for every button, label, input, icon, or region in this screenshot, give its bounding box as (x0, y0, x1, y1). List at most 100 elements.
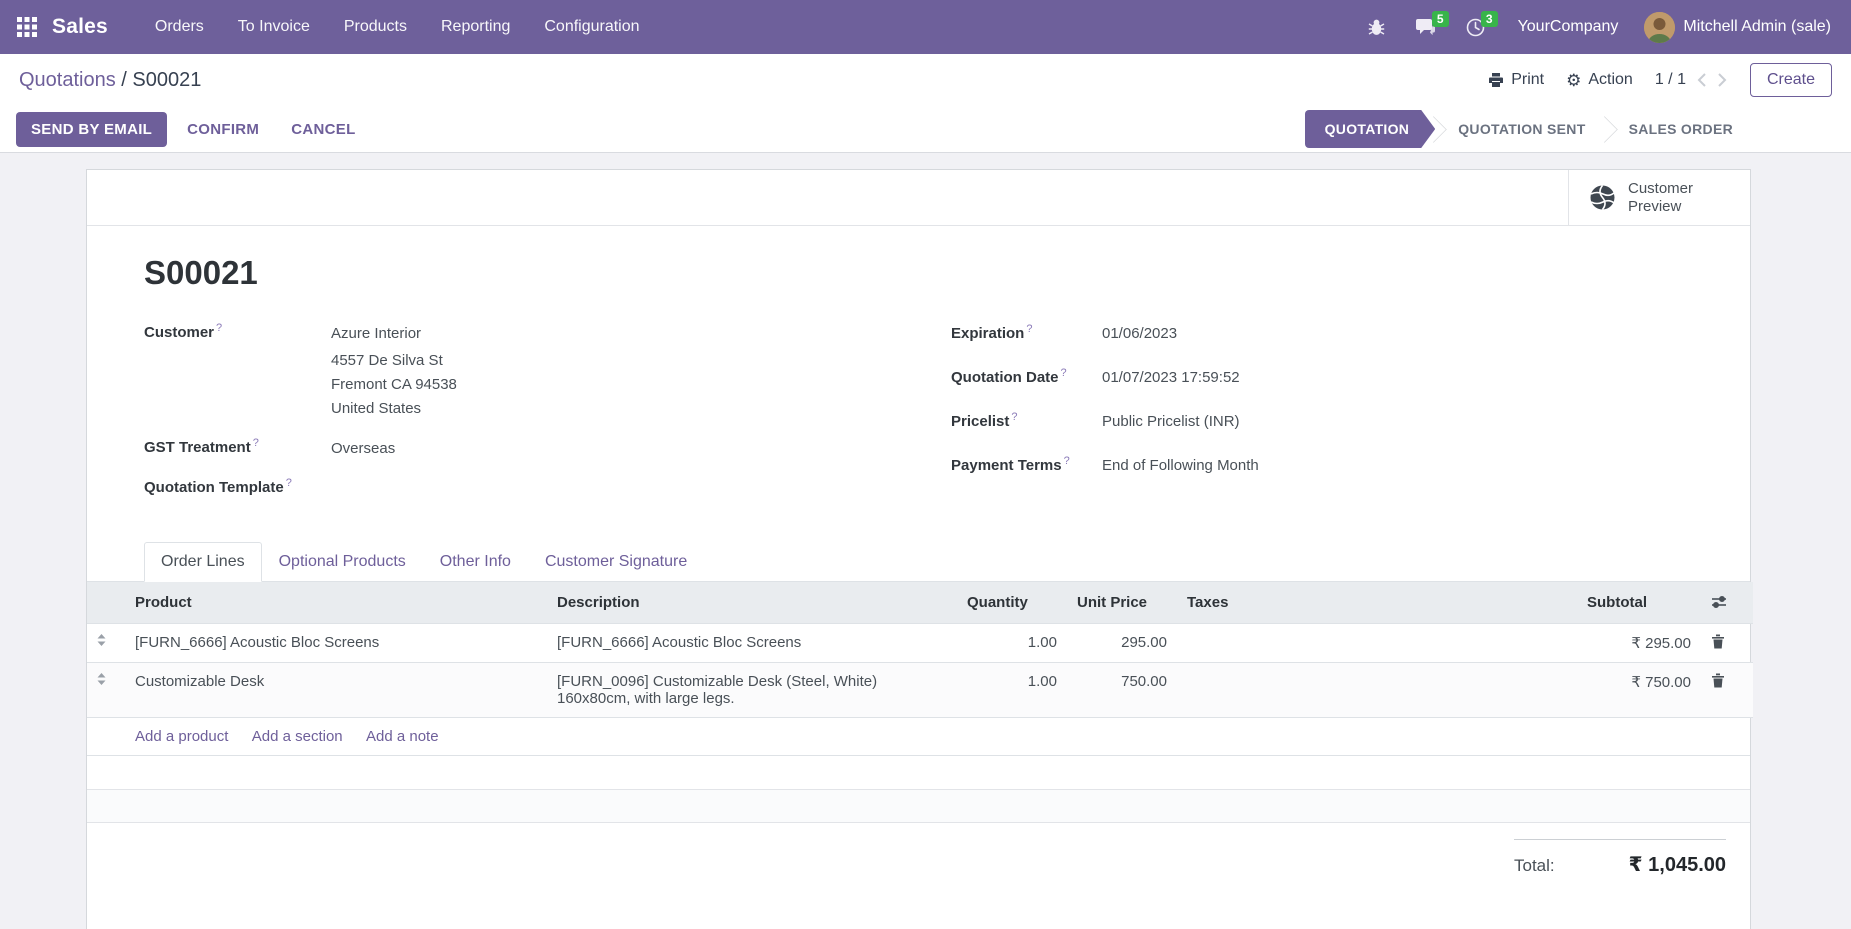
help-marker: ? (286, 477, 292, 489)
delete-row-button[interactable] (1701, 662, 1753, 717)
content-area: Customer Preview S00021 Customer? Azure … (0, 153, 1851, 929)
activities-count-badge: 3 (1481, 11, 1498, 27)
taxes-cell[interactable] (1177, 623, 1577, 662)
description-cell[interactable]: [FURN_6666] Acoustic Bloc Screens (547, 623, 957, 662)
activities-button[interactable]: 3 (1455, 9, 1496, 46)
field-grid: Customer? Azure Interior 4557 De Silva S… (144, 322, 1693, 512)
order-lines-table: Product Description Quantity Unit Price … (87, 582, 1753, 755)
form-sheet: Customer Preview S00021 Customer? Azure … (86, 169, 1751, 929)
product-cell[interactable]: Customizable Desk (125, 662, 547, 717)
statusbar: QUOTATION QUOTATION SENT SALES ORDER (1305, 106, 1753, 152)
subtotal-column-header: Subtotal (1577, 582, 1701, 623)
totals-section: Total: ₹ 1,045.00 (87, 823, 1750, 877)
form-status-bar: SEND BY EMAIL CONFIRM CANCEL QUOTATION Q… (0, 106, 1851, 153)
optional-columns-button[interactable] (1701, 582, 1753, 623)
tab-customer-signature[interactable]: Customer Signature (528, 542, 704, 582)
menu-orders[interactable]: Orders (138, 2, 221, 52)
order-line-row: [FURN_6666] Acoustic Bloc Screens [FURN_… (87, 623, 1753, 662)
confirm-button[interactable]: CONFIRM (175, 112, 271, 147)
product-cell[interactable]: [FURN_6666] Acoustic Bloc Screens (125, 623, 547, 662)
gear-icon: ⚙ (1566, 72, 1581, 89)
delete-row-button[interactable] (1701, 623, 1753, 662)
help-marker: ? (1064, 455, 1070, 467)
expiration-label: Expiration? (951, 323, 1102, 342)
quantity-column-header: Quantity (957, 582, 1067, 623)
breadcrumb-quotations-link[interactable]: Quotations (19, 69, 116, 91)
stage-quotation[interactable]: QUOTATION (1305, 110, 1436, 148)
subtotal-cell: ₹ 750.00 (1577, 662, 1701, 717)
notebook-bottom-band (87, 789, 1750, 823)
messages-button[interactable]: 5 (1404, 9, 1447, 46)
main-navbar: Sales Orders To Invoice Products Reporti… (0, 0, 1851, 54)
tab-order-lines[interactable]: Order Lines (144, 542, 262, 582)
customer-value[interactable]: Azure Interior 4557 De Silva St Fremont … (331, 322, 457, 421)
cancel-button[interactable]: CANCEL (279, 112, 367, 147)
app-name[interactable]: Sales (52, 15, 108, 39)
add-a-product-link[interactable]: Add a product (135, 728, 228, 745)
control-panel: Quotations / S00021 Print ⚙ Action 1 / 1 (0, 54, 1851, 106)
description-cell[interactable]: [FURN_0096] Customizable Desk (Steel, Wh… (547, 662, 957, 717)
breadcrumb-current: S00021 (132, 69, 201, 91)
payment-terms-value[interactable]: End of Following Month (1102, 454, 1259, 478)
tab-other-info[interactable]: Other Info (423, 542, 528, 582)
unit-price-cell[interactable]: 750.00 (1067, 662, 1177, 717)
user-menu[interactable]: Mitchell Admin (sale) (1640, 12, 1835, 43)
taxes-cell[interactable] (1177, 662, 1577, 717)
unit-price-cell[interactable]: 295.00 (1067, 623, 1177, 662)
expiration-value[interactable]: 01/06/2023 (1102, 322, 1177, 346)
customer-name[interactable]: Azure Interior (331, 322, 457, 346)
print-button[interactable]: Print (1488, 71, 1544, 89)
user-name: Mitchell Admin (sale) (1683, 18, 1831, 36)
pager-next-button[interactable] (1717, 72, 1728, 88)
table-header-row: Product Description Quantity Unit Price … (87, 582, 1753, 623)
menu-configuration[interactable]: Configuration (527, 2, 656, 52)
stage-sales-order[interactable]: SALES ORDER (1609, 110, 1753, 148)
help-marker: ? (1011, 411, 1017, 423)
product-column-header: Product (125, 582, 547, 623)
gst-treatment-label: GST Treatment? (144, 437, 331, 461)
customer-preview-label: Customer Preview (1628, 180, 1712, 215)
action-button[interactable]: ⚙ Action (1566, 71, 1633, 89)
field-expiration: Expiration? 01/06/2023 (951, 322, 1693, 346)
payment-terms-label: Payment Terms? (951, 455, 1102, 474)
customer-preview-button[interactable]: Customer Preview (1568, 170, 1750, 225)
quantity-cell[interactable]: 1.00 (957, 623, 1067, 662)
send-by-email-button[interactable]: SEND BY EMAIL (16, 112, 167, 147)
field-gst-treatment: GST Treatment? Overseas (144, 437, 951, 461)
menu-products[interactable]: Products (327, 2, 424, 52)
gst-treatment-value[interactable]: Overseas (331, 437, 395, 461)
tab-optional-products[interactable]: Optional Products (262, 542, 423, 582)
button-box: Customer Preview (87, 170, 1750, 226)
create-button[interactable]: Create (1750, 63, 1832, 97)
help-marker: ? (216, 322, 222, 334)
customer-street: 4557 De Silva St (331, 349, 457, 373)
breadcrumb-separator: / (121, 69, 132, 91)
print-label: Print (1511, 71, 1544, 89)
apps-grid-icon (16, 16, 38, 38)
stage-quotation-sent[interactable]: QUOTATION SENT (1438, 110, 1605, 148)
pager-previous-button[interactable] (1696, 72, 1707, 88)
company-switcher[interactable]: YourCompany (1504, 18, 1633, 36)
field-quotation-template: Quotation Template? (144, 477, 951, 496)
pricelist-value[interactable]: Public Pricelist (INR) (1102, 410, 1240, 434)
avatar (1644, 12, 1675, 43)
quotation-date-value[interactable]: 01/07/2023 17:59:52 (1102, 366, 1240, 390)
drag-handle[interactable] (87, 662, 125, 717)
menu-reporting[interactable]: Reporting (424, 2, 527, 52)
action-label: Action (1588, 71, 1632, 89)
customer-label: Customer? (144, 322, 331, 421)
printer-icon (1488, 72, 1504, 88)
help-marker: ? (1026, 323, 1032, 335)
add-a-note-link[interactable]: Add a note (366, 728, 439, 745)
help-marker: ? (1061, 367, 1067, 379)
drag-handle[interactable] (87, 623, 125, 662)
top-menu: Orders To Invoice Products Reporting Con… (138, 2, 657, 52)
quantity-cell[interactable]: 1.00 (957, 662, 1067, 717)
menu-to-invoice[interactable]: To Invoice (221, 2, 327, 52)
table-footer-links-row: Add a product Add a section Add a note (87, 717, 1753, 755)
order-line-row: Customizable Desk [FURN_0096] Customizab… (87, 662, 1753, 717)
debug-button[interactable] (1357, 9, 1396, 45)
bug-icon (1368, 18, 1385, 36)
add-a-section-link[interactable]: Add a section (252, 728, 343, 745)
apps-menu-button[interactable] (16, 16, 38, 38)
